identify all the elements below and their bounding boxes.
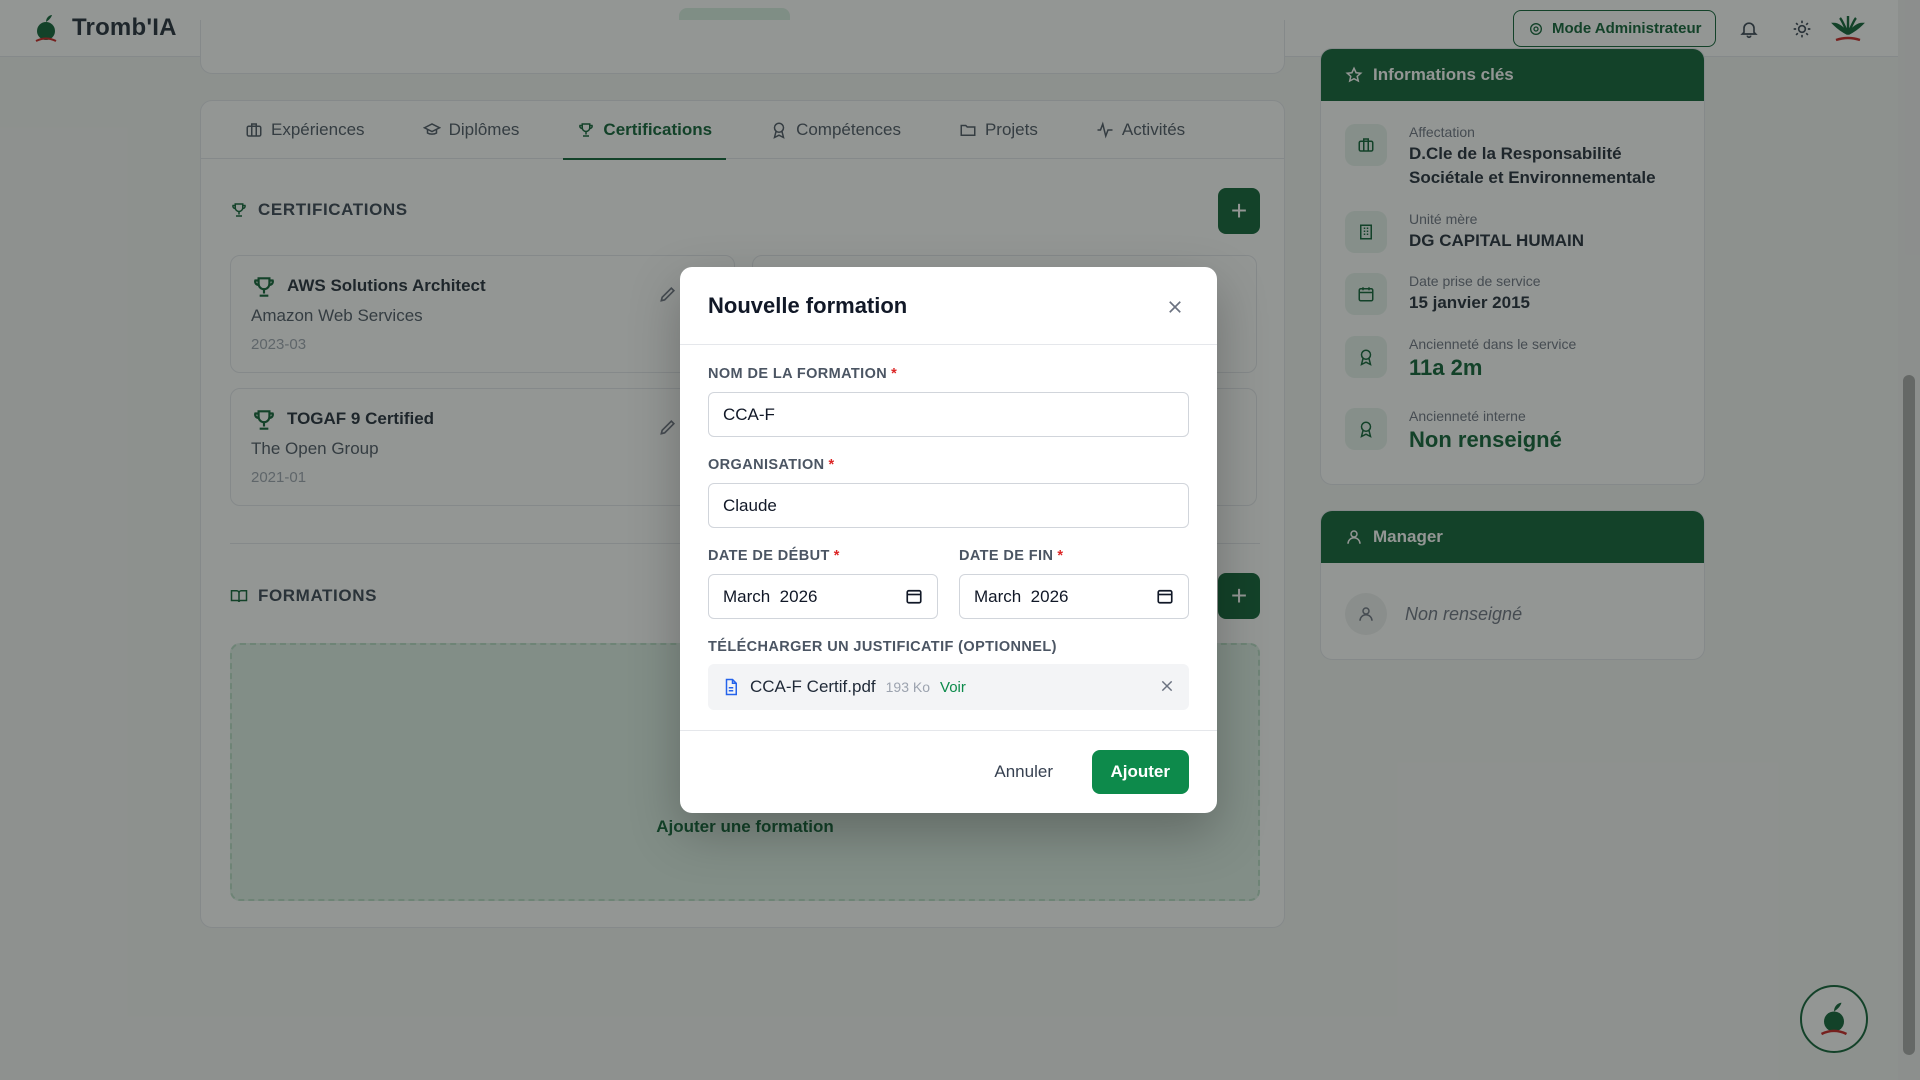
required-marker: * [828, 457, 835, 473]
start-date-label: DATE DE DÉBUT * [708, 548, 840, 564]
file-name: CCA-F Certif.pdf [750, 677, 876, 696]
required-marker: * [891, 366, 898, 382]
required-marker: * [1057, 548, 1064, 564]
organisation-input[interactable] [708, 483, 1189, 528]
view-file-link[interactable]: Voir [940, 679, 966, 696]
cancel-button[interactable]: Annuler [982, 750, 1065, 794]
remove-file-icon[interactable] [1159, 678, 1175, 694]
start-date-label-text: DATE DE DÉBUT [708, 548, 830, 564]
file-size: 193 Ko [885, 679, 931, 695]
new-formation-dialog: Nouvelle formation NOM DE LA FORMATION * … [680, 267, 1217, 813]
formation-name-label: NOM DE LA FORMATION * [708, 366, 897, 382]
calendar-icon[interactable] [1156, 587, 1174, 605]
start-date-value: March 2026 [723, 586, 818, 606]
organisation-label-text: ORGANISATION [708, 457, 825, 473]
submit-button[interactable]: Ajouter [1091, 750, 1189, 794]
required-marker: * [833, 548, 840, 564]
start-date-input[interactable]: March 2026 [708, 574, 938, 619]
formation-name-input[interactable] [708, 392, 1189, 437]
dialog-footer: Annuler Ajouter [680, 730, 1217, 813]
organisation-label: ORGANISATION * [708, 457, 835, 473]
end-date-label-text: DATE DE FIN [959, 548, 1054, 564]
dialog-header: Nouvelle formation [680, 267, 1217, 345]
end-date-input[interactable]: March 2026 [959, 574, 1189, 619]
calendar-icon[interactable] [905, 587, 923, 605]
end-date-value: March 2026 [974, 586, 1069, 606]
close-icon[interactable] [1163, 295, 1187, 319]
upload-label: TÉLÉCHARGER UN JUSTIFICATIF (OPTIONNEL) [708, 639, 1057, 655]
dialog-title: Nouvelle formation [708, 293, 908, 318]
file-icon [725, 678, 737, 696]
uploaded-file: CCA-F Certif.pdf 193 Ko Voir [708, 664, 1189, 710]
end-date-label: DATE DE FIN * [959, 548, 1063, 564]
formation-name-label-text: NOM DE LA FORMATION [708, 366, 888, 382]
